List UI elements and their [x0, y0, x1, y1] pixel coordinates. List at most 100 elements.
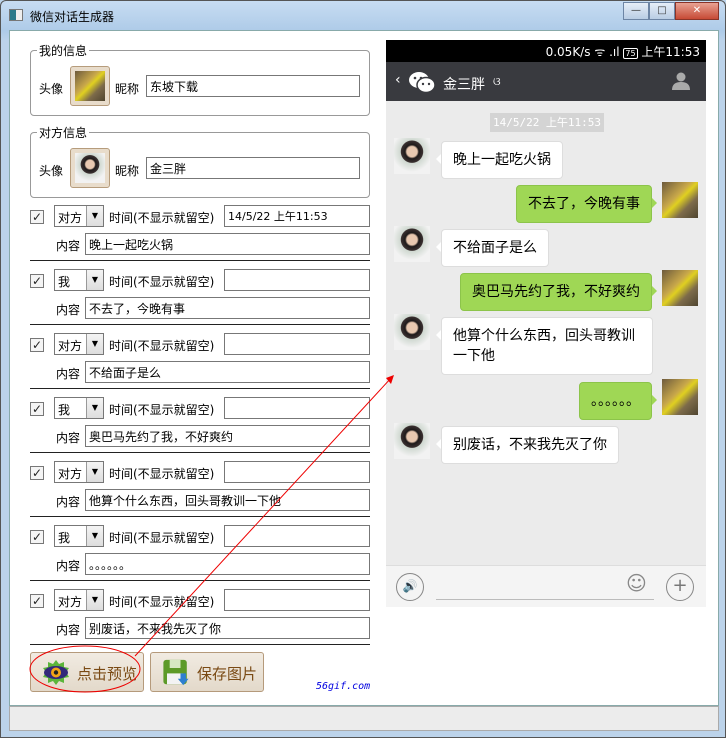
chevron-down-icon[interactable]: ▼ [86, 590, 103, 610]
content-input[interactable]: 他算个什么东西，回头哥教训一下他 [85, 489, 370, 511]
group-title: 我的信息 [37, 42, 90, 59]
save-label: 保存图片 [197, 665, 258, 683]
sender-value: 我 [58, 275, 71, 289]
sender-select[interactable]: 对方 ▼ [54, 461, 104, 483]
message-enabled-checkbox[interactable]: ✓ [30, 530, 44, 544]
status-bar [9, 706, 719, 731]
chat-bubble: 别废话，不来我先灭了你 [436, 426, 619, 464]
window-title: 微信对话生成器 [30, 10, 115, 24]
eye-icon [43, 660, 69, 685]
phone-preview: 0.05K/s ᯤ .ıl 75 上午11:53 ‹ 金三胖 ଓ 14/5/22… [386, 40, 706, 607]
chevron-down-icon[interactable]: ▼ [86, 526, 103, 546]
other-avatar-button[interactable] [70, 148, 110, 188]
sender-value: 对方 [58, 339, 83, 353]
minimize-button[interactable]: — [623, 2, 649, 20]
message-enabled-checkbox[interactable]: ✓ [30, 402, 44, 416]
sender-value: 对方 [58, 595, 83, 609]
chat-avatar[interactable] [394, 314, 430, 350]
close-button[interactable]: ✕ [675, 2, 719, 20]
time-label: 时间(不显示就留空) [109, 531, 215, 545]
plus-icon[interactable]: + [666, 573, 694, 601]
content-input[interactable]: 奥巴马先约了我，不好爽约 [85, 425, 370, 447]
content-input[interactable]: 不去了，今晚有事 [85, 297, 370, 319]
earpiece-mode-icon: ଓ [493, 75, 501, 88]
time-label: 时间(不显示就留空) [109, 275, 215, 289]
content-input[interactable]: 。。。。。。 [85, 553, 370, 575]
chat-avatar[interactable] [662, 270, 698, 306]
title-bar: 微信对话生成器 — □ ✕ [1, 1, 725, 29]
row-divider [30, 644, 370, 645]
content-label: 内容 [56, 495, 81, 509]
content-label: 内容 [56, 239, 81, 253]
sender-select[interactable]: 对方 ▼ [54, 333, 104, 355]
content-label: 内容 [56, 623, 81, 637]
content-label: 内容 [56, 367, 81, 381]
time-input[interactable] [224, 269, 370, 291]
time-input[interactable] [224, 461, 370, 483]
phone-status-bar: 0.05K/s ᯤ .ıl 75 上午11:53 [386, 40, 706, 62]
chat-avatar[interactable] [394, 226, 430, 262]
my-nickname-input[interactable]: 东坡下载 [146, 75, 360, 97]
avatar [75, 71, 105, 101]
my-avatar-button[interactable] [70, 66, 110, 106]
chevron-down-icon[interactable]: ▼ [86, 206, 103, 226]
chevron-down-icon[interactable]: ▼ [86, 270, 103, 290]
chat-bubble: 晚上一起吃火锅 [436, 141, 563, 179]
wechat-logo-icon [409, 72, 436, 93]
chevron-down-icon[interactable]: ▼ [86, 462, 103, 482]
other-nickname-input[interactable]: 金三胖 [146, 157, 360, 179]
chat-avatar[interactable] [662, 379, 698, 415]
chat-avatar[interactable] [394, 138, 430, 174]
voice-icon[interactable]: 🔊 [396, 573, 424, 601]
signal-icon: .ıl [609, 45, 624, 59]
chat-input-bar: 🔊 ☺ + [386, 565, 706, 607]
message-enabled-checkbox[interactable]: ✓ [30, 210, 44, 224]
chat-bubble: 。。。。。。 [579, 382, 657, 420]
time-input[interactable] [224, 589, 370, 611]
content-input[interactable]: 不给面子是么 [85, 361, 370, 383]
time-input[interactable] [224, 525, 370, 547]
message-input[interactable] [436, 599, 654, 600]
row-divider [30, 580, 370, 581]
maximize-button[interactable]: □ [649, 2, 675, 20]
sender-select[interactable]: 对方 ▼ [54, 589, 104, 611]
message-enabled-checkbox[interactable]: ✓ [30, 466, 44, 480]
chat-avatar[interactable] [662, 182, 698, 218]
content-label: 内容 [56, 559, 81, 573]
watermark: 56gif.com [316, 681, 371, 692]
preview-button[interactable]: 点击预览 [30, 652, 144, 692]
nickname-label: 昵称 [115, 82, 140, 96]
save-image-button[interactable]: 保存图片 [150, 652, 264, 692]
time-label: 时间(不显示就留空) [109, 403, 215, 417]
wifi-icon: ᯤ [594, 45, 610, 59]
content-input[interactable]: 晚上一起吃火锅 [85, 233, 370, 255]
sender-select[interactable]: 我 ▼ [54, 525, 104, 547]
row-divider [30, 324, 370, 325]
message-enabled-checkbox[interactable]: ✓ [30, 594, 44, 608]
time-label: 时间(不显示就留空) [109, 211, 215, 225]
sender-value: 我 [58, 403, 71, 417]
chat-bubble: 不给面子是么 [436, 229, 549, 267]
time-input[interactable] [224, 397, 370, 419]
chat-avatar[interactable] [394, 423, 430, 459]
chevron-down-icon[interactable]: ▼ [86, 334, 103, 354]
sender-select[interactable]: 我 ▼ [54, 397, 104, 419]
network-speed: 0.05K/s [545, 45, 591, 59]
row-divider [30, 516, 370, 517]
row-divider [30, 452, 370, 453]
sender-select[interactable]: 我 ▼ [54, 269, 104, 291]
time-input[interactable]: 14/5/22 上午11:53 [224, 205, 370, 227]
app-icon [9, 9, 23, 21]
message-enabled-checkbox[interactable]: ✓ [30, 338, 44, 352]
save-icon [163, 659, 189, 686]
content-input[interactable]: 别废话，不来我先灭了你 [85, 617, 370, 639]
time-input[interactable] [224, 333, 370, 355]
message-enabled-checkbox[interactable]: ✓ [30, 274, 44, 288]
avatar-label: 头像 [39, 164, 64, 178]
emoji-icon[interactable]: ☺ [626, 571, 647, 595]
sender-select[interactable]: 对方 ▼ [54, 205, 104, 227]
chevron-down-icon[interactable]: ▼ [86, 398, 103, 418]
contact-profile-icon[interactable] [672, 72, 690, 90]
avatar [75, 153, 105, 183]
back-icon[interactable]: ‹ [395, 72, 401, 88]
